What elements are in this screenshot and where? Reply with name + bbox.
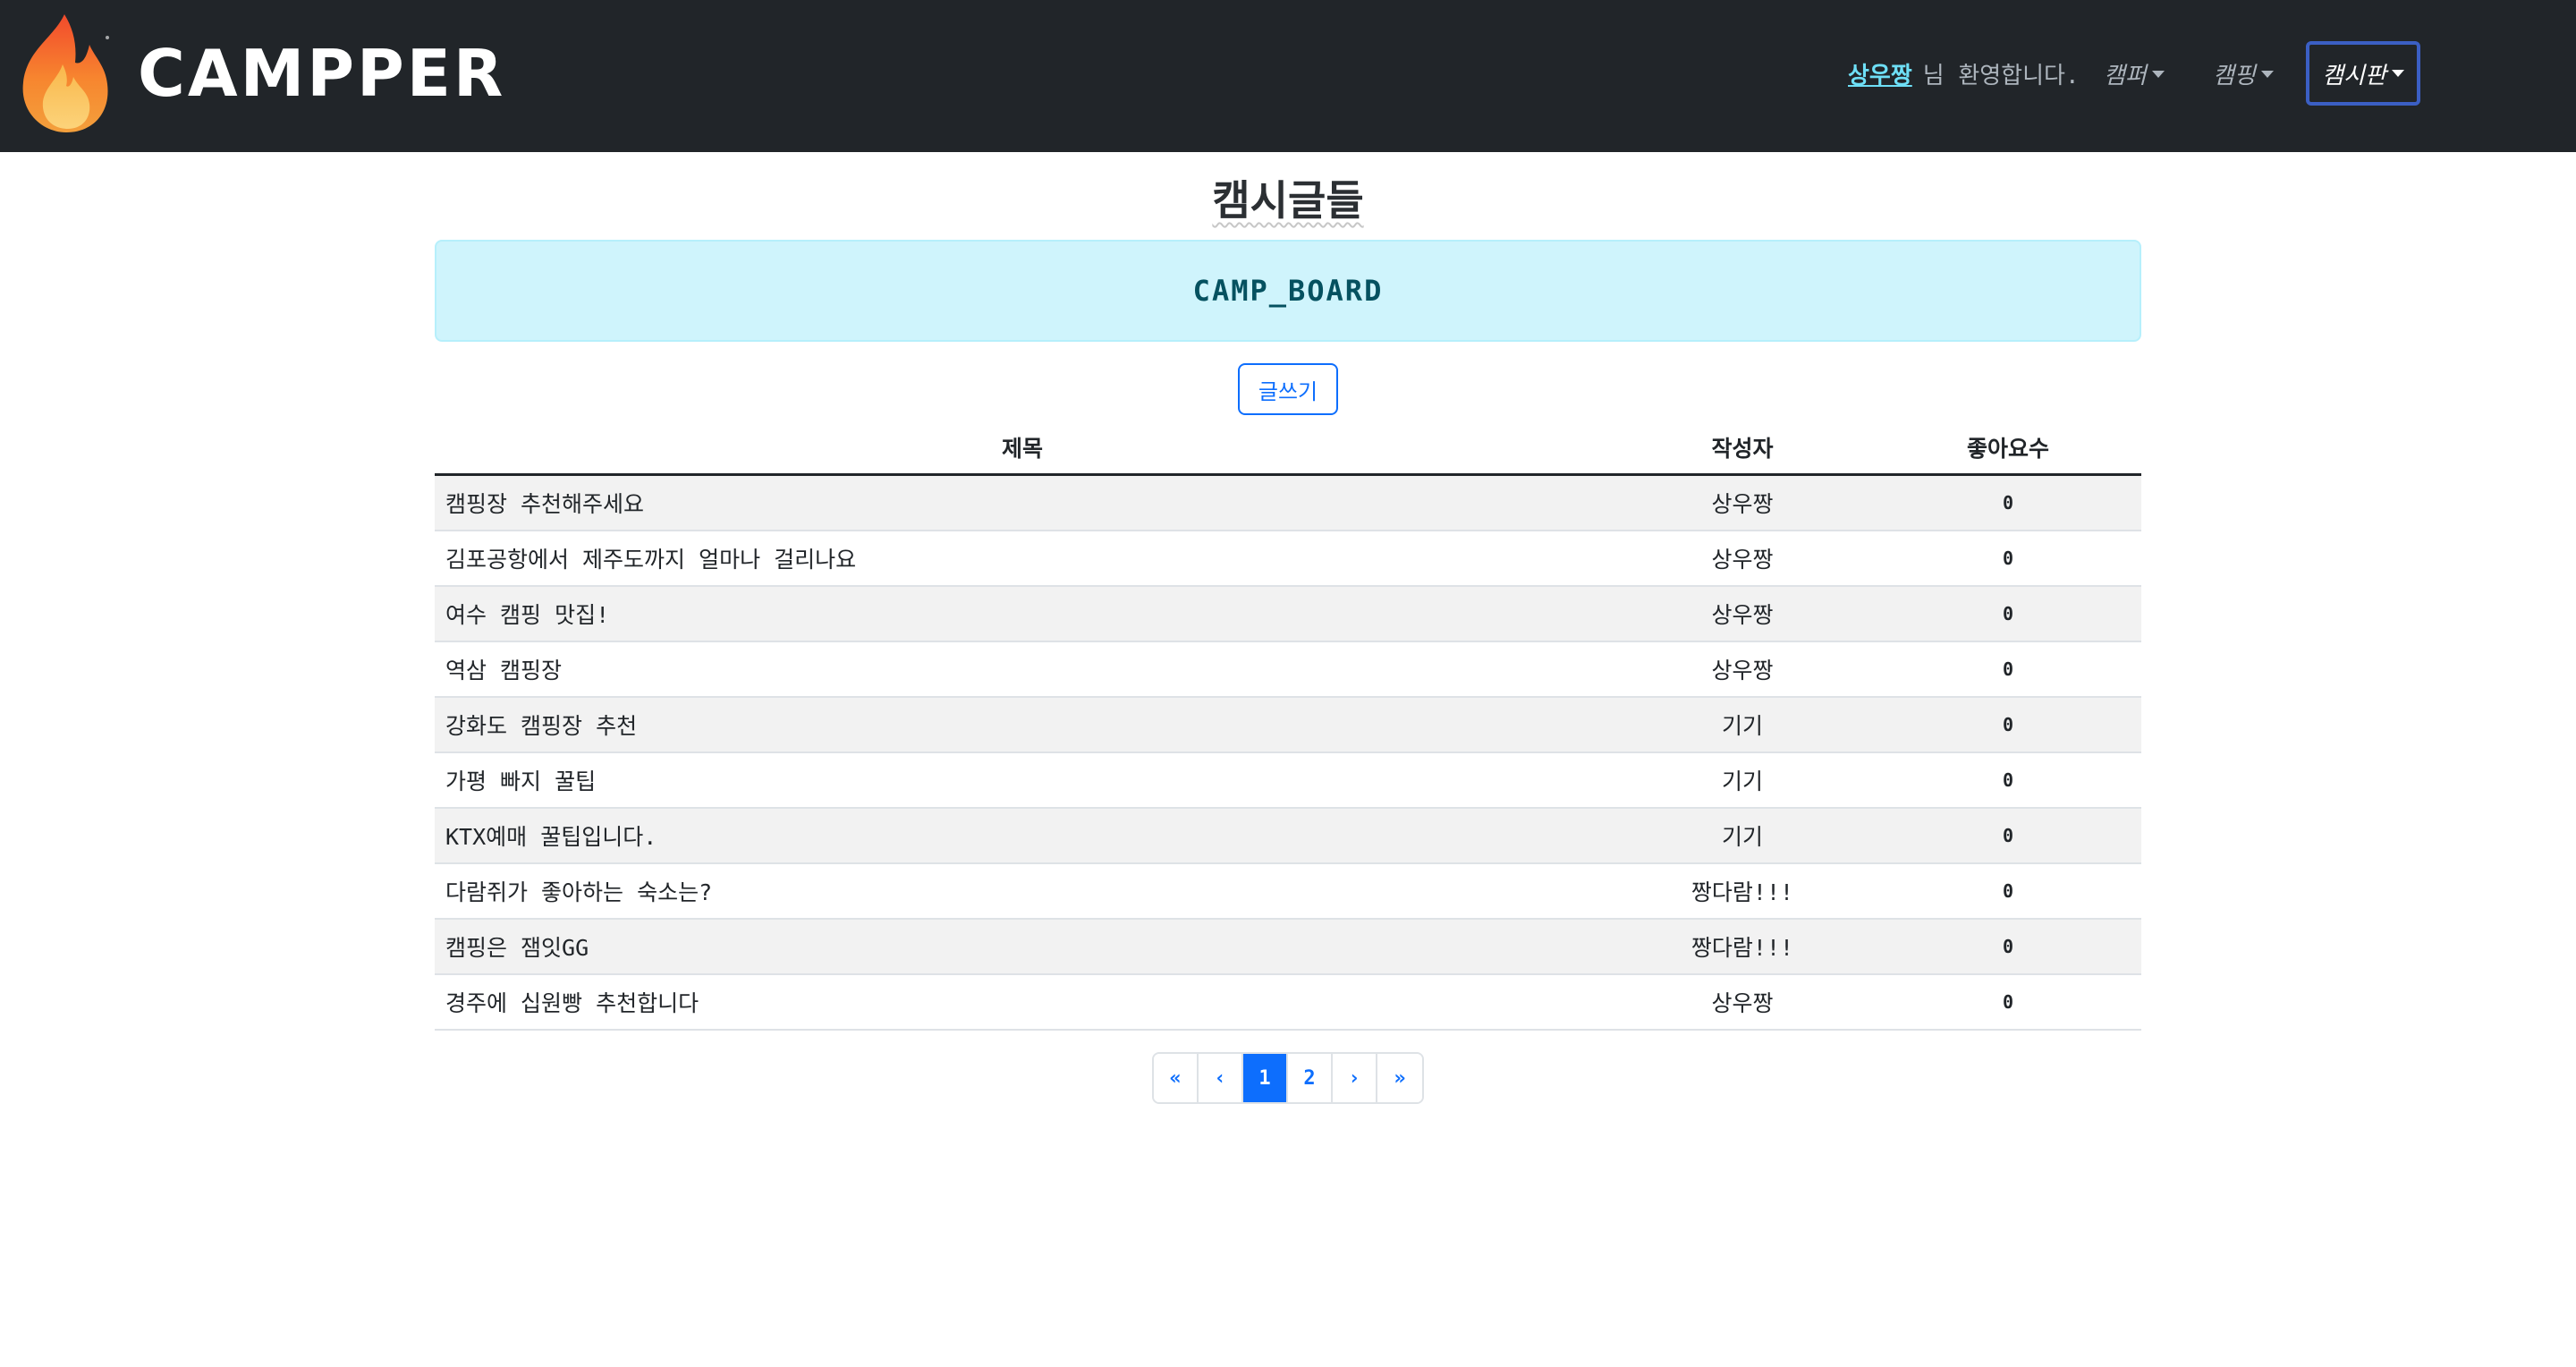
post-title-link[interactable]: 여수 캠핑 맛집!	[435, 598, 1610, 630]
post-writer: 상우짱	[1711, 547, 1774, 573]
board-banner-text: CAMP_BOARD	[1192, 274, 1384, 308]
post-title-link[interactable]: KTX예매 꿀팁입니다.	[435, 819, 1610, 852]
nav-dropdown-label: 캠핑	[2213, 63, 2256, 89]
write-post-button[interactable]: 글쓰기	[1238, 363, 1338, 415]
table-row[interactable]: 김포공항에서 제주도까지 얼마나 걸리나요 상우짱 0	[435, 531, 2141, 587]
post-likes: 0	[2002, 991, 2014, 1013]
post-writer: 기기	[1721, 713, 1763, 739]
first-page-button[interactable]: «	[1154, 1054, 1199, 1102]
table-header-row: 제목 작성자 좋아요수	[435, 420, 2141, 476]
post-title-link[interactable]: 강화도 캠핑장 추천	[435, 709, 1610, 741]
prev-page-button[interactable]: ‹	[1199, 1054, 1243, 1102]
table-row[interactable]: 캠핑장 추천해주세요 상우짱 0	[435, 476, 2141, 531]
pagination: « ‹ 1 2 › »	[1152, 1052, 1424, 1104]
nav-dropdown-board[interactable]: 캠시판	[2306, 41, 2420, 106]
page-button-2[interactable]: 2	[1288, 1054, 1333, 1102]
post-title-link[interactable]: 캠핑장 추천해주세요	[435, 487, 1610, 519]
caret-down-icon	[2260, 70, 2274, 78]
table-row[interactable]: 캠핑은 잼잇GG 짱다람!!! 0	[435, 920, 2141, 975]
post-writer: 기기	[1721, 768, 1763, 794]
nav-dropdown-camper[interactable]: 캠퍼	[2104, 57, 2165, 90]
post-likes: 0	[2002, 714, 2014, 735]
post-writer: 상우짱	[1711, 491, 1774, 517]
table-row[interactable]: 가평 빠지 꿀팁 기기 0	[435, 753, 2141, 809]
brand-link[interactable]: CAMPPER	[18, 13, 505, 134]
post-writer: 상우짱	[1711, 658, 1774, 684]
post-likes: 0	[2002, 658, 2014, 680]
username-link[interactable]: 상우짱	[1848, 57, 1912, 90]
welcome-text: 님 환영합니다.	[1922, 63, 2080, 89]
post-likes: 0	[2002, 769, 2014, 791]
post-title-link[interactable]: 경주에 십원빵 추천합니다	[435, 986, 1610, 1018]
post-writer: 기기	[1721, 824, 1763, 850]
flame-logo-icon	[22, 14, 109, 132]
post-likes: 0	[2002, 880, 2014, 902]
column-header-title: 제목	[1001, 435, 1043, 462]
last-page-button[interactable]: »	[1377, 1054, 1422, 1102]
nav-dropdown-label: 캠퍼	[2104, 63, 2147, 89]
caret-down-icon	[2391, 70, 2404, 77]
caret-down-icon	[2151, 70, 2165, 78]
column-header-likes: 좋아요수	[1966, 435, 2049, 462]
next-page-button[interactable]: ›	[1333, 1054, 1377, 1102]
table-row[interactable]: 경주에 십원빵 추천합니다 상우짱 0	[435, 975, 2141, 1031]
page-button-1[interactable]: 1	[1243, 1054, 1288, 1102]
post-title-link[interactable]: 캠핑은 잼잇GG	[435, 930, 1610, 963]
board-banner: CAMP_BOARD	[435, 240, 2141, 342]
post-likes: 0	[2002, 936, 2014, 957]
welcome-message: 상우짱 님 환영합니다.	[1848, 57, 2080, 90]
post-title-link[interactable]: 가평 빠지 꿀팁	[435, 764, 1610, 796]
post-writer: 짱다람!!!	[1690, 879, 1794, 905]
post-writer: 상우짱	[1711, 602, 1774, 628]
post-likes: 0	[2002, 603, 2014, 624]
post-likes: 0	[2002, 548, 2014, 569]
post-title-link[interactable]: 다람쥐가 좋아하는 숙소는?	[435, 875, 1610, 907]
page-title-text: 캠시글들	[1212, 176, 1364, 225]
table-row[interactable]: 강화도 캠핑장 추천 기기 0	[435, 698, 2141, 753]
nav-dropdown-label: 캠시판	[2322, 62, 2386, 89]
nav-dropdown-camping[interactable]: 캠핑	[2213, 57, 2274, 90]
post-writer: 상우짱	[1711, 990, 1774, 1016]
post-likes: 0	[2002, 492, 2014, 514]
table-row[interactable]: KTX예매 꿀팁입니다. 기기 0	[435, 809, 2141, 864]
table-row[interactable]: 다람쥐가 좋아하는 숙소는? 짱다람!!! 0	[435, 864, 2141, 920]
posts-table: 제목 작성자 좋아요수 캠핑장 추천해주세요 상우짱 0 김포공항에서 제주도까…	[435, 420, 2141, 1031]
page-title: 캠시글들	[0, 168, 2576, 227]
post-title-link[interactable]: 역삼 캠핑장	[435, 653, 1610, 685]
post-writer: 짱다람!!!	[1690, 935, 1794, 961]
brand-name: CAMPPER	[138, 36, 506, 111]
column-header-writer: 작성자	[1711, 435, 1774, 462]
post-likes: 0	[2002, 825, 2014, 846]
navbar: CAMPPER 상우짱 님 환영합니다. 캠퍼 캠핑 캠시판	[0, 0, 2576, 152]
table-row[interactable]: 여수 캠핑 맛집! 상우짱 0	[435, 587, 2141, 642]
table-row[interactable]: 역삼 캠핑장 상우짱 0	[435, 642, 2141, 698]
post-title-link[interactable]: 김포공항에서 제주도까지 얼마나 걸리나요	[435, 542, 1610, 574]
